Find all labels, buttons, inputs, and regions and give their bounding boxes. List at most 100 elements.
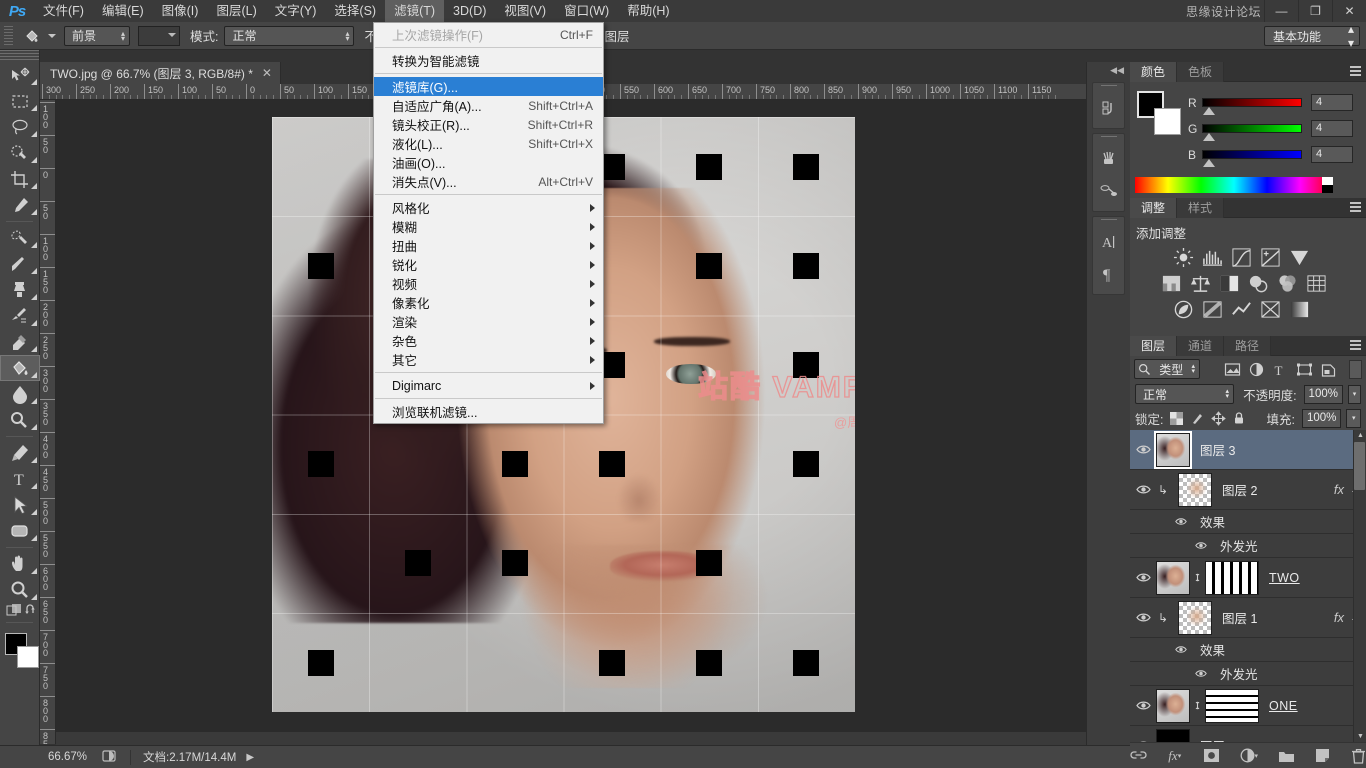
filter-menu-item-11[interactable]: 风格化 (374, 198, 603, 217)
filter-menu-item-18[interactable]: 杂色 (374, 331, 603, 350)
lock-position-icon[interactable] (1210, 409, 1226, 428)
layer-style-indicator[interactable]: fx (1334, 482, 1344, 497)
brush-presets-icon[interactable] (1093, 175, 1124, 207)
channel-value[interactable]: 4 (1311, 146, 1353, 163)
effect-visibility-toggle[interactable] (1188, 541, 1214, 550)
filter-menu-dropdown[interactable]: 上次滤镜操作(F) Ctrl+F 转换为智能滤镜 滤镜库(G)... 自适应广角(A).… (373, 22, 604, 424)
layer-name[interactable]: 图层 3 (1200, 440, 1235, 459)
menu-5[interactable]: 选择(S) (325, 0, 385, 22)
photo-filter-icon[interactable] (1245, 271, 1271, 295)
adjustment-filter-icon[interactable] (1244, 358, 1268, 380)
link-mask-icon[interactable] (1190, 699, 1205, 712)
history-brush-tool[interactable] (0, 303, 40, 329)
layer-visibility-toggle[interactable] (1130, 598, 1156, 638)
filter-menu-item-16[interactable]: 像素化 (374, 293, 603, 312)
lock-transparency-icon[interactable] (1168, 409, 1184, 428)
layers-list[interactable]: 图层 3↳图层 2fx效果外发光TWO↳图层 1fx效果外发光ONE图层 0 ▲… (1130, 430, 1366, 742)
document-tab[interactable]: TWO.jpg @ 66.7% (图层 3, RGB/8#) * ✕ (40, 62, 281, 84)
vibrance-icon[interactable] (1286, 245, 1312, 269)
clone-stamp-tool[interactable] (0, 277, 40, 303)
fill-source-select[interactable]: 前景 ▴ ▾ (64, 25, 130, 46)
image-filter-icon[interactable] (1220, 358, 1244, 380)
tab-swatches[interactable]: 色板 (1177, 62, 1225, 82)
pattern-swatch[interactable] (138, 25, 180, 46)
layer-filter-type-select[interactable]: 类型 ▴ ▾ (1134, 359, 1200, 379)
hand-tool[interactable] (0, 551, 40, 577)
tab-color[interactable]: 颜色 (1130, 62, 1178, 82)
layer-row[interactable]: ONE (1130, 686, 1366, 726)
layer-name[interactable]: ONE (1269, 699, 1298, 713)
dodge-tool[interactable] (0, 407, 40, 433)
threshold-icon[interactable] (1228, 297, 1254, 321)
filter-menu-item-7[interactable]: 液化(L)... Shift+Ctrl+X (374, 134, 603, 153)
layer-visibility-toggle[interactable] (1130, 470, 1156, 510)
menu-10[interactable]: 帮助(H) (618, 0, 678, 22)
filter-menu-item-5[interactable]: 自适应广角(A)... Shift+Ctrl+A (374, 96, 603, 115)
layer-fill-value[interactable]: 100% (1301, 408, 1342, 428)
panel-menu-icon[interactable] (1350, 202, 1361, 214)
layer-thumbnail[interactable] (1156, 560, 1190, 595)
filter-menu-item-9[interactable]: 消失点(V)... Alt+Ctrl+V (374, 172, 603, 191)
rectangular-marquee-tool[interactable] (0, 88, 40, 114)
color-slider-b[interactable]: B4 (1188, 146, 1353, 167)
zoom-tool[interactable] (0, 577, 40, 603)
menu-4[interactable]: 文字(Y) (266, 0, 326, 22)
brightness-contrast-icon[interactable] (1170, 245, 1196, 269)
filter-menu-item-2[interactable]: 转换为智能滤镜 (374, 51, 603, 70)
channel-value[interactable]: 4 (1311, 94, 1353, 111)
color-spectrum-bar[interactable] (1135, 177, 1333, 193)
lock-image-icon[interactable] (1189, 409, 1205, 428)
invert-icon[interactable] (1170, 297, 1196, 321)
posterize-icon[interactable] (1199, 297, 1225, 321)
layer-mask-thumbnail[interactable] (1205, 560, 1259, 595)
effect-visibility-toggle[interactable] (1168, 517, 1194, 526)
layer-blend-mode-select[interactable]: 正常 ▴ ▾ (1135, 384, 1235, 404)
levels-icon[interactable] (1199, 245, 1225, 269)
channel-thumb[interactable] (1203, 159, 1215, 167)
layers-scrollbar[interactable]: ▲ ▼ (1353, 430, 1366, 742)
filter-toggle-switch[interactable] (1349, 359, 1362, 379)
panel-grip[interactable] (1093, 134, 1124, 143)
selective-color-icon[interactable] (1257, 297, 1283, 321)
quick-selection-tool[interactable] (0, 140, 40, 166)
vertical-ruler[interactable]: 1005005010015020025030035040045050055060… (40, 100, 56, 744)
layer-opacity-value[interactable]: 100% (1303, 384, 1343, 404)
spot-healing-brush-tool[interactable] (0, 225, 40, 251)
fill-slider-button[interactable]: ▾ (1346, 408, 1362, 428)
workspace-select[interactable]: 基本功能 ▴ ▾ (1264, 22, 1360, 50)
new-fill-adjustment-icon[interactable]: ▾ (1240, 746, 1258, 766)
lock-all-icon[interactable] (1231, 409, 1247, 428)
filter-menu-item-8[interactable]: 油画(O)... (374, 153, 603, 172)
blur-tool[interactable] (0, 381, 40, 407)
smartobject-filter-icon[interactable] (1316, 358, 1340, 380)
rounded-rectangle-tool[interactable] (0, 518, 40, 544)
eyedropper-tool[interactable] (0, 192, 40, 218)
channel-thumb[interactable] (1203, 107, 1215, 115)
filter-menu-item-23[interactable]: 浏览联机滤镜... (374, 402, 603, 421)
layer-row[interactable]: 图层 0 (1130, 726, 1366, 742)
channel-track[interactable] (1202, 98, 1302, 115)
move-tool[interactable] (0, 62, 40, 88)
minimize-button[interactable]: — (1264, 0, 1298, 22)
effect-visibility-toggle[interactable] (1188, 669, 1214, 678)
blend-mode-select[interactable]: 正常 ▴ ▾ (224, 25, 355, 46)
delete-layer-icon[interactable] (1351, 746, 1366, 766)
tab-channels[interactable]: 通道 (1177, 336, 1225, 356)
layer-style-indicator[interactable]: fx (1334, 610, 1344, 625)
channel-value[interactable]: 4 (1311, 120, 1353, 137)
quick-mask-icon[interactable] (6, 603, 24, 620)
menu-0[interactable]: 文件(F) (34, 0, 93, 22)
lasso-tool[interactable] (0, 114, 40, 140)
layer-thumbnail[interactable] (1156, 688, 1190, 723)
proof-colors-icon[interactable] (102, 749, 116, 766)
layer-name[interactable]: 图层 1 (1222, 608, 1257, 627)
tab-paths[interactable]: 路径 (1224, 336, 1272, 356)
layer-visibility-toggle[interactable] (1130, 726, 1156, 742)
channel-mixer-icon[interactable] (1274, 271, 1300, 295)
shape-filter-icon[interactable] (1292, 358, 1316, 380)
close-button[interactable]: ✕ (1332, 0, 1366, 22)
menu-2[interactable]: 图像(I) (153, 0, 208, 22)
filter-menu-item-13[interactable]: 扭曲 (374, 236, 603, 255)
filter-menu-item-19[interactable]: 其它 (374, 350, 603, 369)
filter-menu-item-21[interactable]: Digimarc (374, 376, 603, 395)
